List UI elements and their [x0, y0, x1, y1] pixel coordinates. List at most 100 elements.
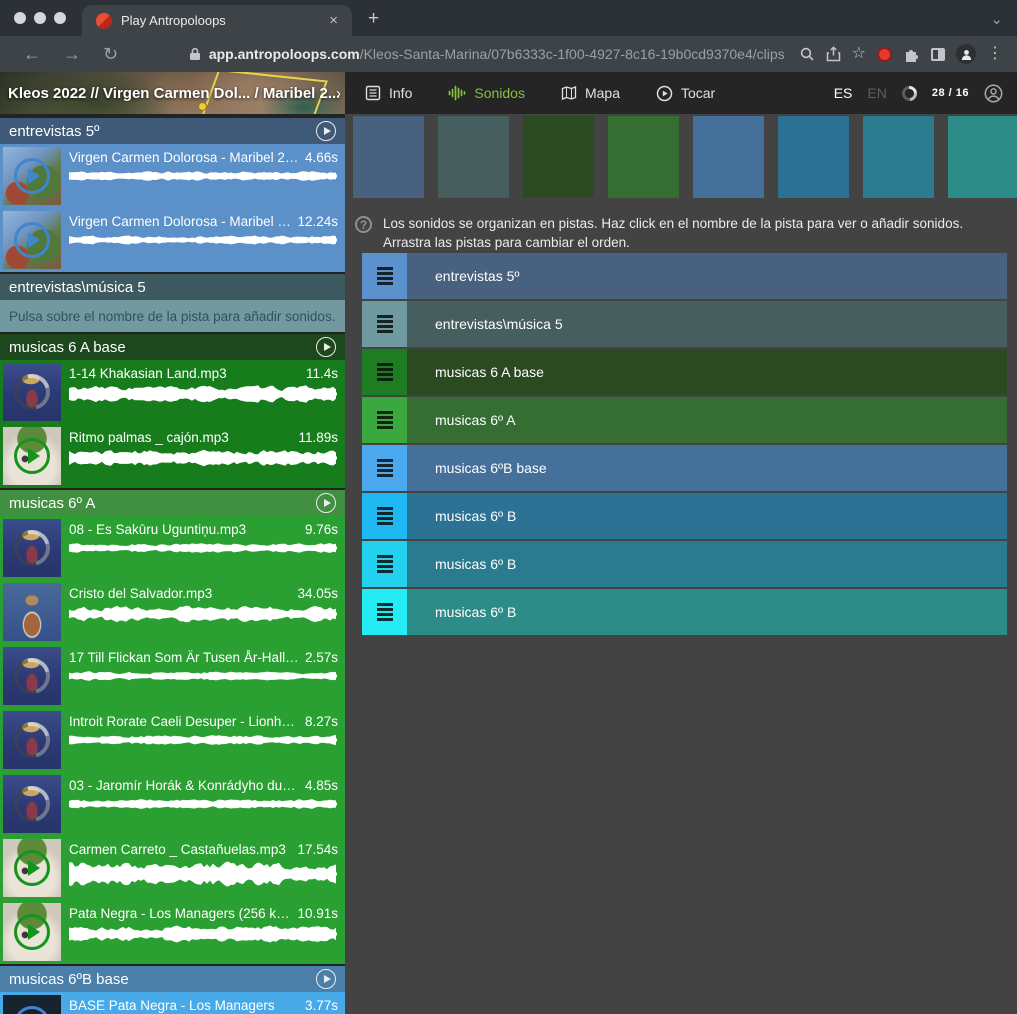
clip-thumbnail[interactable]	[3, 647, 61, 705]
clip-waveform[interactable]	[69, 167, 337, 185]
sidebar-track-header[interactable]: musicas 6 A base	[0, 334, 345, 360]
drag-handle[interactable]	[362, 589, 407, 635]
play-icon[interactable]	[14, 438, 50, 474]
clip-thumbnail[interactable]	[3, 903, 61, 961]
zoom-search-icon[interactable]	[799, 46, 815, 62]
tab-search-chevron-icon[interactable]: ⌄	[990, 10, 1003, 28]
clip-title[interactable]: Introit Rorate Caeli Desuper - Lionheart…	[69, 714, 299, 729]
clip-thumbnail[interactable]	[3, 839, 61, 897]
bookmark-star-icon[interactable]: ☆	[852, 46, 866, 62]
drag-handle[interactable]	[362, 445, 407, 491]
track-color-swatch[interactable]	[863, 116, 934, 198]
clip-thumbnail[interactable]	[3, 427, 61, 485]
clip-title[interactable]: Virgen Carmen Dolorosa - Maribel 2.mp3	[69, 150, 299, 165]
clip-item[interactable]: Cristo del Salvador.mp334.05s	[0, 580, 345, 644]
clip-item[interactable]: Virgen Carmen Dolorosa - Maribel 2.mp312…	[0, 208, 345, 272]
clip-title[interactable]: Carmen Carreto _ Castañuelas.mp3	[69, 842, 291, 857]
track-row[interactable]: musicas 6º A	[362, 397, 1007, 443]
track-color-swatch[interactable]	[438, 116, 509, 198]
track-row[interactable]: musicas 6ºB base	[362, 445, 1007, 491]
clip-title[interactable]: 1-14 Khakasian Land.mp3	[69, 366, 300, 381]
track-name-button[interactable]: musicas 6ºB base	[407, 445, 1007, 491]
track-row[interactable]: musicas 6º B	[362, 589, 1007, 635]
play-icon[interactable]	[14, 914, 50, 950]
track-play-button[interactable]	[316, 121, 336, 141]
clip-thumbnail[interactable]	[3, 519, 61, 577]
drag-handle[interactable]	[362, 397, 407, 443]
maximize-window-icon[interactable]	[54, 12, 66, 24]
track-play-button[interactable]	[316, 969, 336, 989]
clip-title[interactable]: Ritmo palmas _ cajón.mp3	[69, 430, 292, 445]
record-extension-icon[interactable]	[877, 47, 892, 62]
minimize-window-icon[interactable]	[34, 12, 46, 24]
address-bar[interactable]: app.antropoloops.com/Kleos-Santa-Marina/…	[189, 46, 785, 62]
clip-item[interactable]: Carmen Carreto _ Castañuelas.mp317.54s	[0, 836, 345, 900]
clip-thumbnail[interactable]	[3, 995, 61, 1014]
track-name-button[interactable]: musicas 6º B	[407, 493, 1007, 539]
breadcrumb-text[interactable]: Kleos 2022 // Virgen Carmen Dol... / Mar…	[0, 85, 345, 102]
clip-item[interactable]: Virgen Carmen Dolorosa - Maribel 2.mp34.…	[0, 144, 345, 208]
clip-item[interactable]: BASE Pata Negra - Los Managers3.77s	[0, 992, 345, 1014]
profile-avatar[interactable]	[956, 44, 976, 64]
tab-close-icon[interactable]: ×	[325, 11, 342, 30]
track-name-button[interactable]: musicas 6 A base	[407, 349, 1007, 395]
clip-title[interactable]: Cristo del Salvador.mp3	[69, 586, 291, 601]
share-icon[interactable]	[826, 46, 841, 62]
traffic-lights[interactable]	[14, 12, 66, 24]
breadcrumb[interactable]: Kleos 2022 // Virgen Carmen Dol... / Mar…	[0, 72, 345, 114]
clip-item[interactable]: Introit Rorate Caeli Desuper - Lionheart…	[0, 708, 345, 772]
clip-title[interactable]: BASE Pata Negra - Los Managers	[69, 998, 299, 1013]
close-window-icon[interactable]	[14, 12, 26, 24]
sidebar-track-header[interactable]: musicas 6º A	[0, 490, 345, 516]
clip-title[interactable]: 17 Till Flickan Som Är Tusen År-Halling …	[69, 650, 299, 665]
nav-tab-info[interactable]: Info	[365, 85, 412, 101]
clip-title[interactable]: 03 - Jaromír Horák & Konrádyho dudácká .…	[69, 778, 299, 793]
nav-tab-sonidos[interactable]: Sonidos	[448, 85, 525, 101]
play-icon[interactable]	[14, 1006, 50, 1014]
play-icon[interactable]	[14, 222, 50, 258]
clip-waveform[interactable]	[69, 731, 337, 749]
sidebar-track-header[interactable]: entrevistas 5º	[0, 118, 345, 144]
back-button[interactable]: ←	[23, 45, 41, 63]
track-play-button[interactable]	[316, 493, 336, 513]
lang-en-button[interactable]: EN	[867, 85, 886, 101]
clip-waveform[interactable]	[69, 859, 337, 889]
drag-handle[interactable]	[362, 253, 407, 299]
new-tab-button[interactable]: +	[368, 9, 379, 28]
play-icon[interactable]	[14, 850, 50, 886]
clip-waveform[interactable]	[69, 447, 337, 469]
drag-handle[interactable]	[362, 541, 407, 587]
drag-handle[interactable]	[362, 301, 407, 347]
browser-menu-icon[interactable]: ⋮	[987, 46, 1003, 62]
clip-thumbnail[interactable]	[3, 583, 61, 641]
track-play-button[interactable]	[316, 337, 336, 357]
nav-tab-mapa[interactable]: Mapa	[561, 85, 620, 101]
user-circle-icon[interactable]	[984, 84, 1003, 103]
track-row[interactable]: entrevistas 5º	[362, 253, 1007, 299]
clip-waveform[interactable]	[69, 603, 337, 625]
clip-thumbnail[interactable]	[3, 363, 61, 421]
track-name-button[interactable]: musicas 6º B	[407, 589, 1007, 635]
clip-waveform[interactable]	[69, 923, 337, 945]
clip-thumbnail[interactable]	[3, 147, 61, 205]
track-color-swatch[interactable]	[778, 116, 849, 198]
clip-waveform[interactable]	[69, 667, 337, 685]
clip-waveform[interactable]	[69, 383, 337, 405]
track-name-button[interactable]: musicas 6º B	[407, 541, 1007, 587]
clip-title[interactable]: Pata Negra - Los Managers (256 kbps).mp3	[69, 906, 291, 921]
track-name-button[interactable]: musicas 6º A	[407, 397, 1007, 443]
play-icon[interactable]	[14, 158, 50, 194]
clip-waveform[interactable]	[69, 795, 337, 813]
clip-title[interactable]: Virgen Carmen Dolorosa - Maribel 2.mp3	[69, 214, 291, 229]
clip-item[interactable]: 17 Till Flickan Som Är Tusen År-Halling …	[0, 644, 345, 708]
reload-button[interactable]: ↻	[103, 45, 118, 63]
clip-item[interactable]: 03 - Jaromír Horák & Konrádyho dudácká .…	[0, 772, 345, 836]
track-row[interactable]: musicas 6º B	[362, 541, 1007, 587]
track-name-button[interactable]: entrevistas\música 5	[407, 301, 1007, 347]
clip-thumbnail[interactable]	[3, 211, 61, 269]
clip-item[interactable]: 08 - Es Sakūru Uguntiņu.mp39.76s	[0, 516, 345, 580]
extensions-puzzle-icon[interactable]	[903, 46, 920, 63]
track-row[interactable]: entrevistas\música 5	[362, 301, 1007, 347]
nav-tab-tocar[interactable]: Tocar	[656, 85, 715, 102]
track-row[interactable]: musicas 6º B	[362, 493, 1007, 539]
